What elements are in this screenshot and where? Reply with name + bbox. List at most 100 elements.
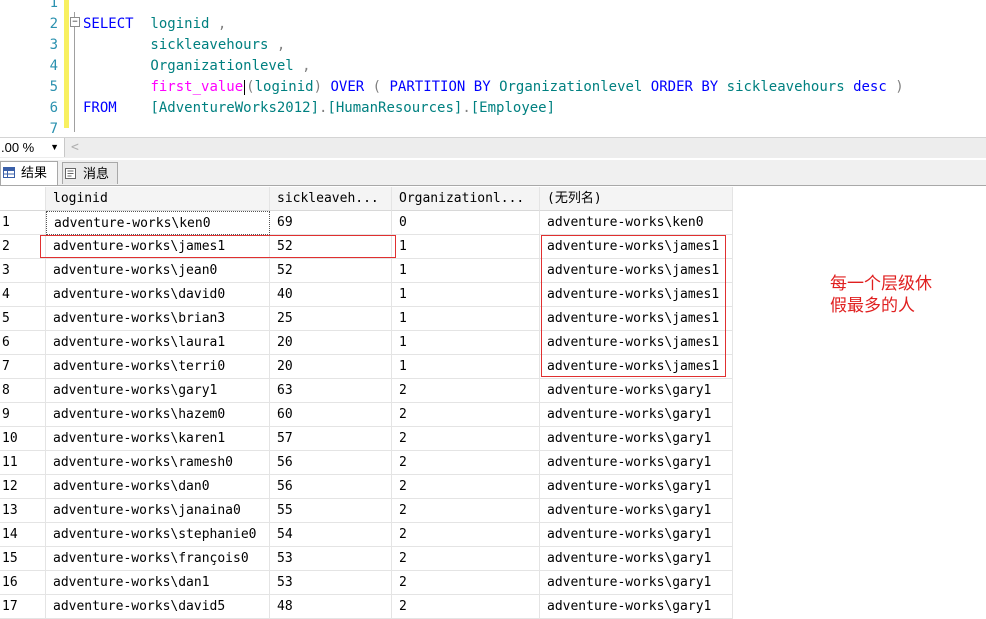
table-cell[interactable]: 25 xyxy=(270,307,392,331)
table-row[interactable]: 9 adventure-works\hazem0 60 2 adventure-work… xyxy=(0,403,733,427)
table-cell[interactable]: adventure-works\gary1 xyxy=(46,379,270,403)
table-cell[interactable]: adventure-works\ken0 xyxy=(540,211,733,235)
table-cell[interactable]: adventure-works\gary1 xyxy=(540,475,733,499)
table-cell[interactable]: adventure-works\janaina0 xyxy=(46,499,270,523)
row-number[interactable]: 1 xyxy=(0,211,46,235)
query-editor[interactable]: 1 2 3 4 5 6 7 − SELECT loginid , sickleavehour… xyxy=(0,0,986,137)
column-header[interactable]: loginid xyxy=(46,187,270,211)
table-row[interactable]: 10 adventure-works\karen1 57 2 adventure-wor… xyxy=(0,427,733,451)
table-cell[interactable]: 20 xyxy=(270,355,392,379)
table-cell[interactable]: 2 xyxy=(392,451,540,475)
table-cell[interactable]: 52 xyxy=(270,259,392,283)
table-cell[interactable]: 2 xyxy=(392,379,540,403)
table-cell[interactable]: adventure-works\gary1 xyxy=(540,427,733,451)
table-cell[interactable]: adventure-works\gary1 xyxy=(540,523,733,547)
scroll-left-icon[interactable]: < xyxy=(71,138,79,157)
table-cell[interactable]: 40 xyxy=(270,283,392,307)
table-cell[interactable]: 1 xyxy=(392,235,540,259)
code-line[interactable]: sickleavehours , xyxy=(83,35,285,56)
table-cell[interactable]: adventure-works\david0 xyxy=(46,283,270,307)
table-row[interactable]: 12 adventure-works\dan0 56 2 adventure-works… xyxy=(0,475,733,499)
table-cell[interactable]: 54 xyxy=(270,523,392,547)
row-number[interactable]: 12 xyxy=(0,475,46,499)
table-cell[interactable]: adventure-works\gary1 xyxy=(540,379,733,403)
table-cell[interactable]: adventure-works\karen1 xyxy=(46,427,270,451)
table-cell[interactable]: 1 xyxy=(392,307,540,331)
table-cell[interactable]: 1 xyxy=(392,331,540,355)
table-row[interactable]: 17 adventure-works\david5 48 2 adventure-wor… xyxy=(0,595,733,619)
table-cell[interactable]: 2 xyxy=(392,523,540,547)
table-cell[interactable]: 69 xyxy=(270,211,392,235)
table-cell[interactable]: adventure-works\ken0 xyxy=(46,211,270,235)
table-cell[interactable]: 53 xyxy=(270,547,392,571)
chevron-down-icon[interactable]: ▼ xyxy=(50,138,59,157)
table-cell[interactable]: adventure-works\hazem0 xyxy=(46,403,270,427)
table-cell[interactable]: adventure-works\laura1 xyxy=(46,331,270,355)
table-cell[interactable]: adventure-works\dan0 xyxy=(46,475,270,499)
table-cell[interactable]: adventure-works\david5 xyxy=(46,595,270,619)
table-cell[interactable]: 60 xyxy=(270,403,392,427)
table-cell[interactable]: 2 xyxy=(392,595,540,619)
table-row[interactable]: 8 adventure-works\gary1 63 2 adventure-works… xyxy=(0,379,733,403)
table-cell[interactable]: adventure-works\terri0 xyxy=(46,355,270,379)
table-cell[interactable]: 2 xyxy=(392,403,540,427)
table-cell[interactable]: 1 xyxy=(392,355,540,379)
table-cell[interactable]: adventure-works\ramesh0 xyxy=(46,451,270,475)
table-cell[interactable]: 57 xyxy=(270,427,392,451)
row-number[interactable]: 16 xyxy=(0,571,46,595)
column-header[interactable]: (无列名) xyxy=(540,187,733,211)
tab-results[interactable]: 结果 xyxy=(0,161,58,185)
row-number[interactable]: 14 xyxy=(0,523,46,547)
row-number[interactable]: 6 xyxy=(0,331,46,355)
row-number[interactable]: 5 xyxy=(0,307,46,331)
table-cell[interactable]: adventure-works\gary1 xyxy=(540,595,733,619)
zoom-combo[interactable]: .00 % ▼ xyxy=(0,138,65,157)
table-cell[interactable]: 0 xyxy=(392,211,540,235)
column-header[interactable]: sickleaveh... xyxy=(270,187,392,211)
table-row[interactable]: 1 adventure-works\ken0 69 0 adventure-works\… xyxy=(0,211,733,235)
table-cell[interactable]: adventure-works\gary1 xyxy=(540,499,733,523)
row-number[interactable]: 4 xyxy=(0,283,46,307)
table-row[interactable]: 13 adventure-works\janaina0 55 2 adventure-w… xyxy=(0,499,733,523)
table-cell[interactable]: 2 xyxy=(392,475,540,499)
code-line[interactable]: SELECT loginid , xyxy=(83,14,226,35)
row-number[interactable]: 15 xyxy=(0,547,46,571)
table-cell[interactable]: 48 xyxy=(270,595,392,619)
row-number[interactable]: 7 xyxy=(0,355,46,379)
row-number[interactable]: 10 xyxy=(0,427,46,451)
code-line[interactable]: first_value (loginid) OVER ( PARTITION BY… xyxy=(83,77,903,98)
table-cell[interactable]: 2 xyxy=(392,547,540,571)
tab-messages[interactable]: 消息 xyxy=(62,162,118,184)
table-cell[interactable]: adventure-works\jean0 xyxy=(46,259,270,283)
table-row[interactable]: 14 adventure-works\stephanie0 54 2 adventure… xyxy=(0,523,733,547)
table-cell[interactable]: 20 xyxy=(270,331,392,355)
table-cell[interactable]: 2 xyxy=(392,427,540,451)
grid-corner[interactable] xyxy=(0,187,46,211)
row-number[interactable]: 11 xyxy=(0,451,46,475)
row-number[interactable]: 3 xyxy=(0,259,46,283)
row-number[interactable]: 9 xyxy=(0,403,46,427)
code-line[interactable]: FROM [AdventureWorks2012].[HumanResource… xyxy=(83,98,555,119)
table-cell[interactable]: 63 xyxy=(270,379,392,403)
table-row[interactable]: 16 adventure-works\dan1 53 2 adventure-works… xyxy=(0,571,733,595)
table-cell[interactable]: adventure-works\françois0 xyxy=(46,547,270,571)
row-number[interactable]: 13 xyxy=(0,499,46,523)
table-cell[interactable]: 53 xyxy=(270,571,392,595)
table-cell[interactable]: 56 xyxy=(270,451,392,475)
table-row[interactable]: 15 adventure-works\françois0 53 2 adventure-… xyxy=(0,547,733,571)
table-cell[interactable]: 2 xyxy=(392,571,540,595)
code-line[interactable]: Organizationlevel , xyxy=(83,56,310,77)
table-cell[interactable]: adventure-works\gary1 xyxy=(540,403,733,427)
table-cell[interactable]: 56 xyxy=(270,475,392,499)
table-cell[interactable]: adventure-works\dan1 xyxy=(46,571,270,595)
table-cell[interactable]: 55 xyxy=(270,499,392,523)
row-number[interactable]: 17 xyxy=(0,595,46,619)
table-cell[interactable]: 2 xyxy=(392,499,540,523)
table-cell[interactable]: adventure-works\gary1 xyxy=(540,547,733,571)
table-row[interactable]: 11 adventure-works\ramesh0 56 2 adventure-wo… xyxy=(0,451,733,475)
table-cell[interactable]: 1 xyxy=(392,259,540,283)
column-header[interactable]: Organizationl... xyxy=(392,187,540,211)
table-cell[interactable]: adventure-works\gary1 xyxy=(540,451,733,475)
table-cell[interactable]: 1 xyxy=(392,283,540,307)
table-cell[interactable]: adventure-works\stephanie0 xyxy=(46,523,270,547)
